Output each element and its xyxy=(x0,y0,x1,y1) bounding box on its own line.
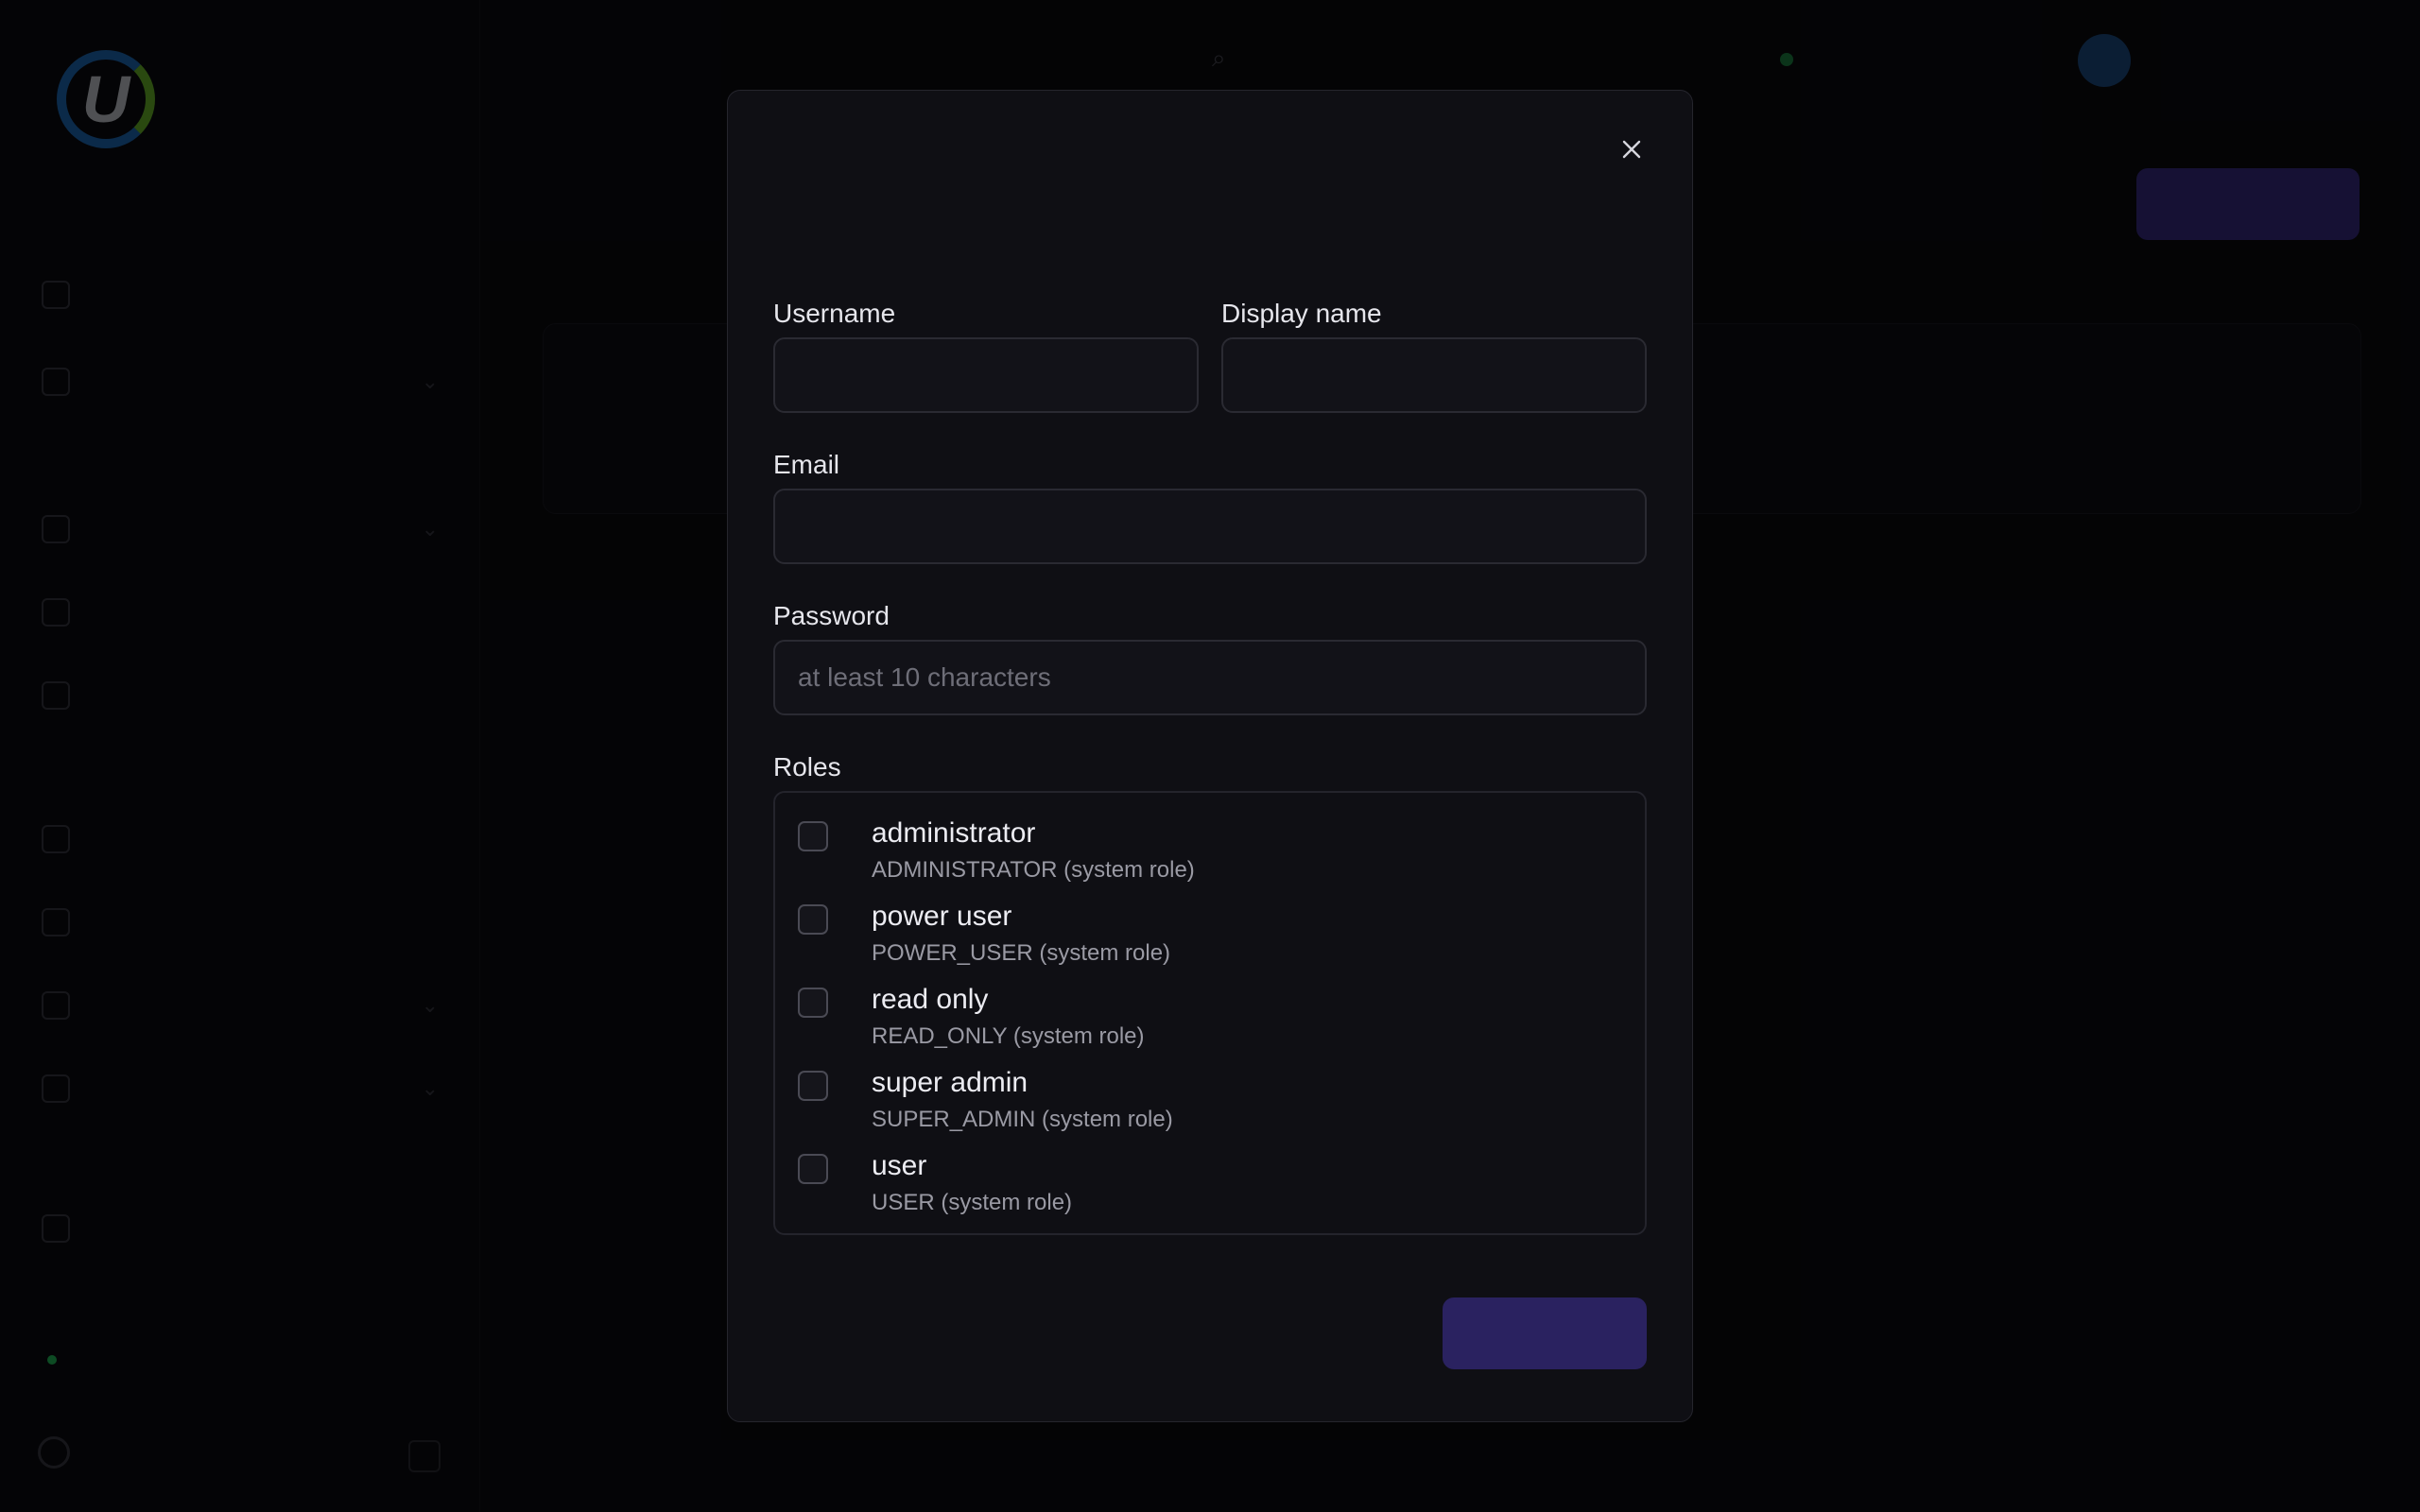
email-label: Email xyxy=(773,450,840,479)
role-name: power user xyxy=(872,901,1012,932)
role-description: SUPER_ADMIN (system role) xyxy=(872,1107,1173,1132)
password-label: Password xyxy=(773,601,890,630)
role-option-read-only[interactable]: read only READ_ONLY (system role) xyxy=(798,984,1611,1059)
username-input[interactable] xyxy=(773,337,1199,413)
username-label: Username xyxy=(773,299,896,328)
role-option-power-user[interactable]: power user POWER_USER (system role) xyxy=(798,901,1611,976)
role-option-user[interactable]: user USER (system role) xyxy=(798,1150,1611,1226)
role-name: administrator xyxy=(872,817,1036,849)
role-name: read only xyxy=(872,984,989,1015)
role-description: ADMINISTRATOR (system role) xyxy=(872,857,1195,883)
display-name-input[interactable] xyxy=(1221,337,1647,413)
role-checkbox[interactable] xyxy=(798,1154,828,1184)
role-option-administrator[interactable]: administrator ADMINISTRATOR (system role… xyxy=(798,817,1611,893)
roles-list: administrator ADMINISTRATOR (system role… xyxy=(773,791,1647,1235)
role-description: USER (system role) xyxy=(872,1190,1073,1215)
role-name: super admin xyxy=(872,1067,1028,1098)
display-name-label: Display name xyxy=(1221,299,1382,328)
role-name: user xyxy=(872,1150,927,1181)
create-user-button[interactable] xyxy=(1443,1297,1647,1369)
role-option-super-admin[interactable]: super admin SUPER_ADMIN (system role) xyxy=(798,1067,1611,1143)
close-button[interactable] xyxy=(1609,127,1654,172)
role-checkbox[interactable] xyxy=(798,904,828,935)
email-input[interactable] xyxy=(773,489,1647,564)
role-checkbox[interactable] xyxy=(798,988,828,1018)
role-description: POWER_USER (system role) xyxy=(872,940,1171,966)
password-input[interactable] xyxy=(773,640,1647,715)
close-icon xyxy=(1622,140,1641,159)
roles-label: Roles xyxy=(773,752,841,782)
role-description: READ_ONLY (system role) xyxy=(872,1023,1145,1049)
role-checkbox[interactable] xyxy=(798,1071,828,1101)
add-user-dialog: Username Display name Email Password Rol… xyxy=(727,90,1693,1422)
role-checkbox[interactable] xyxy=(798,821,828,851)
cancel-button[interactable] xyxy=(1301,1297,1424,1369)
